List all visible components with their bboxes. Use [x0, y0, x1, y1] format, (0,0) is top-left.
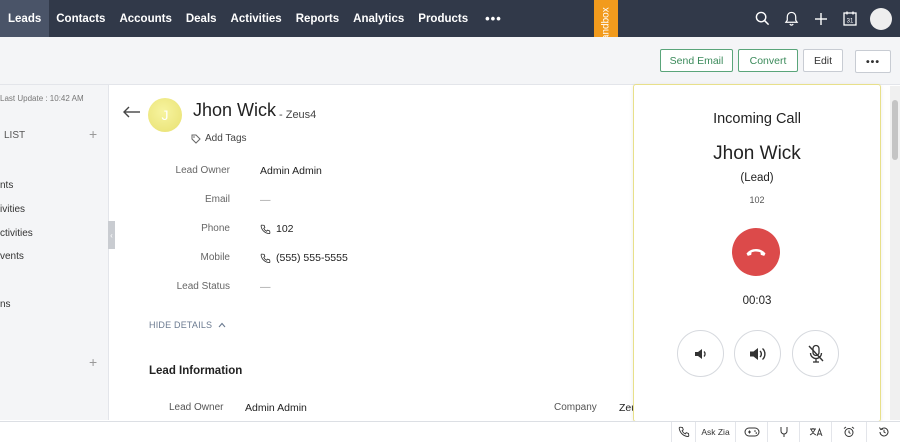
plugin-icon[interactable]	[767, 422, 799, 442]
lead-detail-main: J Jhon Wick - Zeus4 Add Tags Lead Owner …	[115, 86, 637, 420]
hang-up-button[interactable]	[732, 228, 780, 276]
nav-tab-accounts[interactable]: Accounts	[112, 0, 178, 37]
volume-down-button[interactable]	[677, 330, 724, 377]
notification-bell-icon[interactable]	[777, 0, 806, 37]
scrollbar-thumb[interactable]	[892, 100, 898, 160]
phone-icon[interactable]	[260, 224, 271, 235]
nav-tab-contacts[interactable]: Contacts	[49, 0, 112, 37]
info-value-lead-owner[interactable]: Admin Admin	[245, 402, 307, 414]
info-label-company: Company	[554, 402, 597, 413]
field-value-email[interactable]: —	[260, 194, 271, 206]
nav-tab-products[interactable]: Products	[411, 0, 475, 37]
microphone-muted-icon	[807, 344, 824, 363]
field-value-phone[interactable]: 102	[260, 223, 294, 235]
send-email-button[interactable]: Send Email	[660, 49, 733, 72]
field-label-lead-owner: Lead Owner	[175, 165, 230, 176]
call-timer: 00:03	[742, 295, 772, 307]
history-icon[interactable]	[866, 422, 900, 442]
nav-tab-activities[interactable]: Activities	[224, 0, 289, 37]
nav-tab-analytics[interactable]: Analytics	[346, 0, 411, 37]
sidebar-item[interactable]: nts	[0, 180, 13, 191]
add-icon[interactable]	[806, 0, 835, 37]
user-avatar[interactable]	[870, 7, 892, 30]
convert-button[interactable]: Convert	[738, 49, 798, 72]
calendar-icon[interactable]: 31	[835, 0, 864, 37]
volume-low-icon	[694, 348, 706, 359]
bottom-toolbar: Ask Zia	[0, 421, 900, 442]
sidebar-list-header: LIST	[4, 130, 26, 141]
hang-up-phone-icon	[746, 249, 766, 256]
volume-up-button[interactable]	[734, 330, 781, 377]
field-value-lead-owner[interactable]: Admin Admin	[260, 165, 322, 177]
lead-name: Jhon Wick	[193, 100, 277, 120]
field-label-phone: Phone	[201, 223, 230, 234]
chevron-up-icon	[218, 322, 226, 328]
add-tags-label: Add Tags	[205, 133, 247, 144]
more-actions-button[interactable]: •••	[855, 50, 891, 73]
field-value-lead-status[interactable]: —	[260, 281, 271, 293]
nav-tab-deals[interactable]: Deals	[179, 0, 224, 37]
top-navigation: Leads Contacts Accounts Deals Activities…	[0, 0, 900, 37]
mute-button[interactable]	[792, 330, 839, 377]
caller-number: 102	[749, 195, 765, 205]
lead-company: - Zeus4	[279, 109, 317, 121]
translate-icon[interactable]	[799, 422, 831, 442]
ask-zia-label: Ask Zia	[701, 427, 730, 437]
phone-icon[interactable]	[260, 253, 271, 264]
email-value: —	[260, 194, 271, 206]
lead-status-value: —	[260, 281, 271, 293]
nav-tab-reports[interactable]: Reports	[289, 0, 346, 37]
lead-information-title: Lead Information	[149, 365, 243, 377]
alarm-clock-icon[interactable]	[831, 422, 866, 442]
field-value-mobile[interactable]: (555) 555-5555	[260, 252, 348, 264]
page-scrollbar[interactable]	[890, 86, 900, 420]
back-arrow-icon[interactable]	[123, 105, 141, 123]
sidebar-item[interactable]: ns	[0, 299, 11, 310]
volume-high-icon	[749, 347, 766, 360]
record-toolbar: Send Email Convert Edit •••	[0, 37, 900, 85]
lead-avatar-letter: J	[161, 107, 169, 123]
hide-details-toggle[interactable]: HIDE DETAILS	[149, 320, 226, 330]
tag-icon	[191, 134, 201, 144]
left-sidebar: Last Update : 10:42 AM LIST + nts ivitie…	[0, 85, 109, 420]
nav-tab-leads[interactable]: Leads	[0, 0, 50, 37]
sidebar-item[interactable]: ctivities	[0, 228, 33, 239]
caller-name: Jhon Wick	[713, 143, 801, 164]
edit-button[interactable]: Edit	[803, 49, 843, 72]
phone-value: 102	[276, 223, 294, 235]
field-label-email: Email	[204, 194, 230, 205]
search-icon[interactable]	[748, 0, 777, 37]
phone-icon[interactable]	[671, 422, 695, 442]
gamepad-icon[interactable]	[735, 422, 767, 442]
sidebar-add-icon[interactable]: +	[89, 354, 97, 370]
lead-avatar: J	[148, 98, 182, 132]
lead-owner-value: Admin Admin	[260, 165, 322, 177]
caller-type: (Lead)	[740, 172, 774, 184]
info-label-lead-owner: Lead Owner	[169, 402, 224, 413]
nav-icon-group: 31	[748, 0, 900, 37]
mobile-value: (555) 555-5555	[276, 252, 348, 264]
sidebar-add-icon[interactable]: +	[89, 126, 97, 142]
svg-text:31: 31	[846, 19, 853, 25]
incoming-call-panel: Incoming Call Jhon Wick (Lead) 102 00:03	[633, 84, 881, 422]
sidebar-collapse-handle[interactable]: ‹	[108, 221, 115, 249]
sidebar-item[interactable]: ivities	[0, 204, 25, 215]
incoming-call-title: Incoming Call	[713, 111, 801, 127]
add-tags-link[interactable]: Add Tags	[191, 133, 247, 144]
field-label-mobile: Mobile	[200, 252, 230, 263]
sidebar-item[interactable]: vents	[0, 251, 24, 262]
nav-more-button[interactable]: •••	[475, 11, 512, 26]
field-label-lead-status: Lead Status	[176, 281, 230, 292]
ask-zia-button[interactable]: Ask Zia	[695, 422, 735, 442]
last-update-text: Last Update : 10:42 AM	[0, 94, 84, 103]
hide-details-label: HIDE DETAILS	[149, 320, 213, 330]
